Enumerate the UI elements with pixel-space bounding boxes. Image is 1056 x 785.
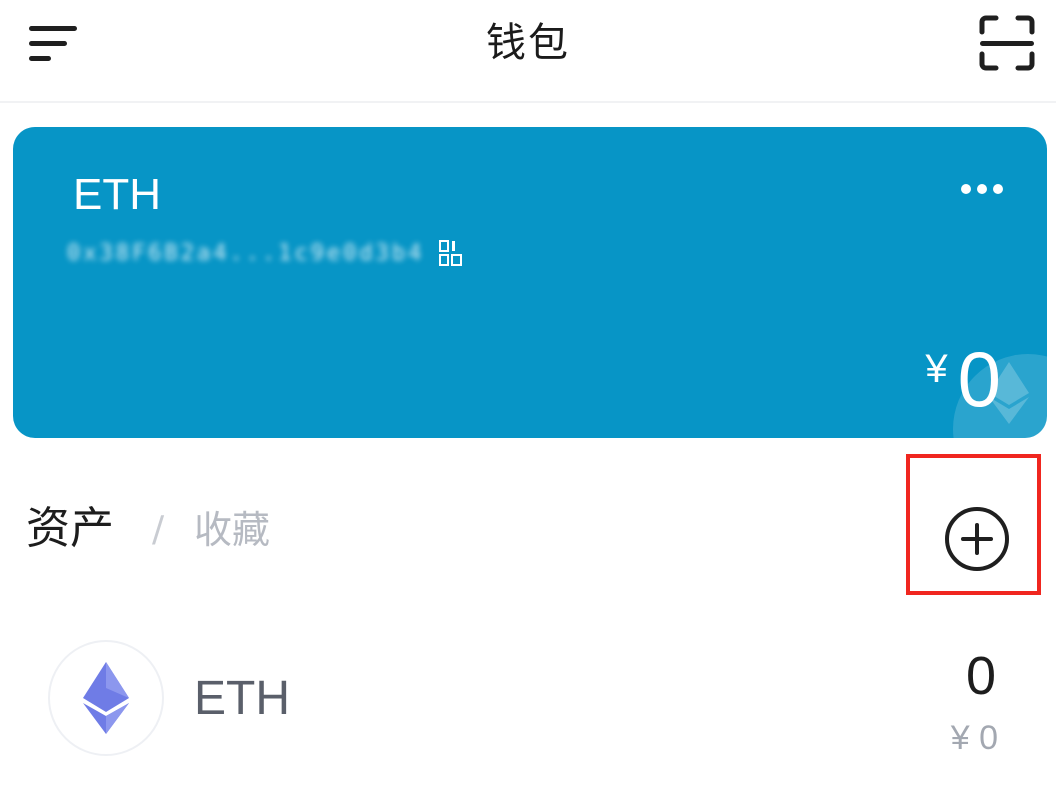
ethereum-icon [83, 662, 129, 734]
qr-code-button[interactable] [436, 238, 466, 268]
asset-amount: 0 [965, 646, 996, 706]
wallet-address: 0x38F6B2a4...1c9e0d3b4 [67, 240, 425, 266]
currency-symbol: ¥ [925, 347, 948, 391]
asset-list-item[interactable]: ETH 0 ¥ 0 [0, 625, 1056, 775]
asset-icon-container [48, 640, 164, 756]
asset-name: ETH [194, 672, 290, 725]
assets-section-header: 资产 / 收藏 [0, 480, 1056, 580]
tab-favorites[interactable]: 收藏 [194, 502, 270, 558]
wallet-name: ETH [73, 170, 161, 219]
page-title: 钱包 [486, 20, 570, 66]
wallet-card[interactable]: ETH 0x38F6B2a4...1c9e0d3b4 ¥ 0 [13, 127, 1047, 438]
add-asset-button[interactable] [930, 492, 1024, 586]
wallet-balance: ¥ 0 [925, 337, 1001, 421]
wallet-address-row[interactable]: 0x38F6B2a4...1c9e0d3b4 [67, 235, 466, 271]
more-dots-icon [961, 184, 1003, 194]
balance-value: 0 [957, 335, 1001, 423]
tab-divider: / [152, 509, 165, 550]
asset-fiat-value: ¥ 0 [950, 719, 998, 757]
scan-icon [979, 15, 1035, 71]
plus-circle-icon [945, 507, 1009, 571]
scan-button[interactable] [974, 10, 1040, 76]
top-navigation-bar: 钱包 [0, 0, 1056, 103]
qr-code-icon [439, 240, 463, 266]
more-options-button[interactable] [955, 171, 1009, 207]
tab-assets[interactable]: 资产 [26, 500, 114, 558]
